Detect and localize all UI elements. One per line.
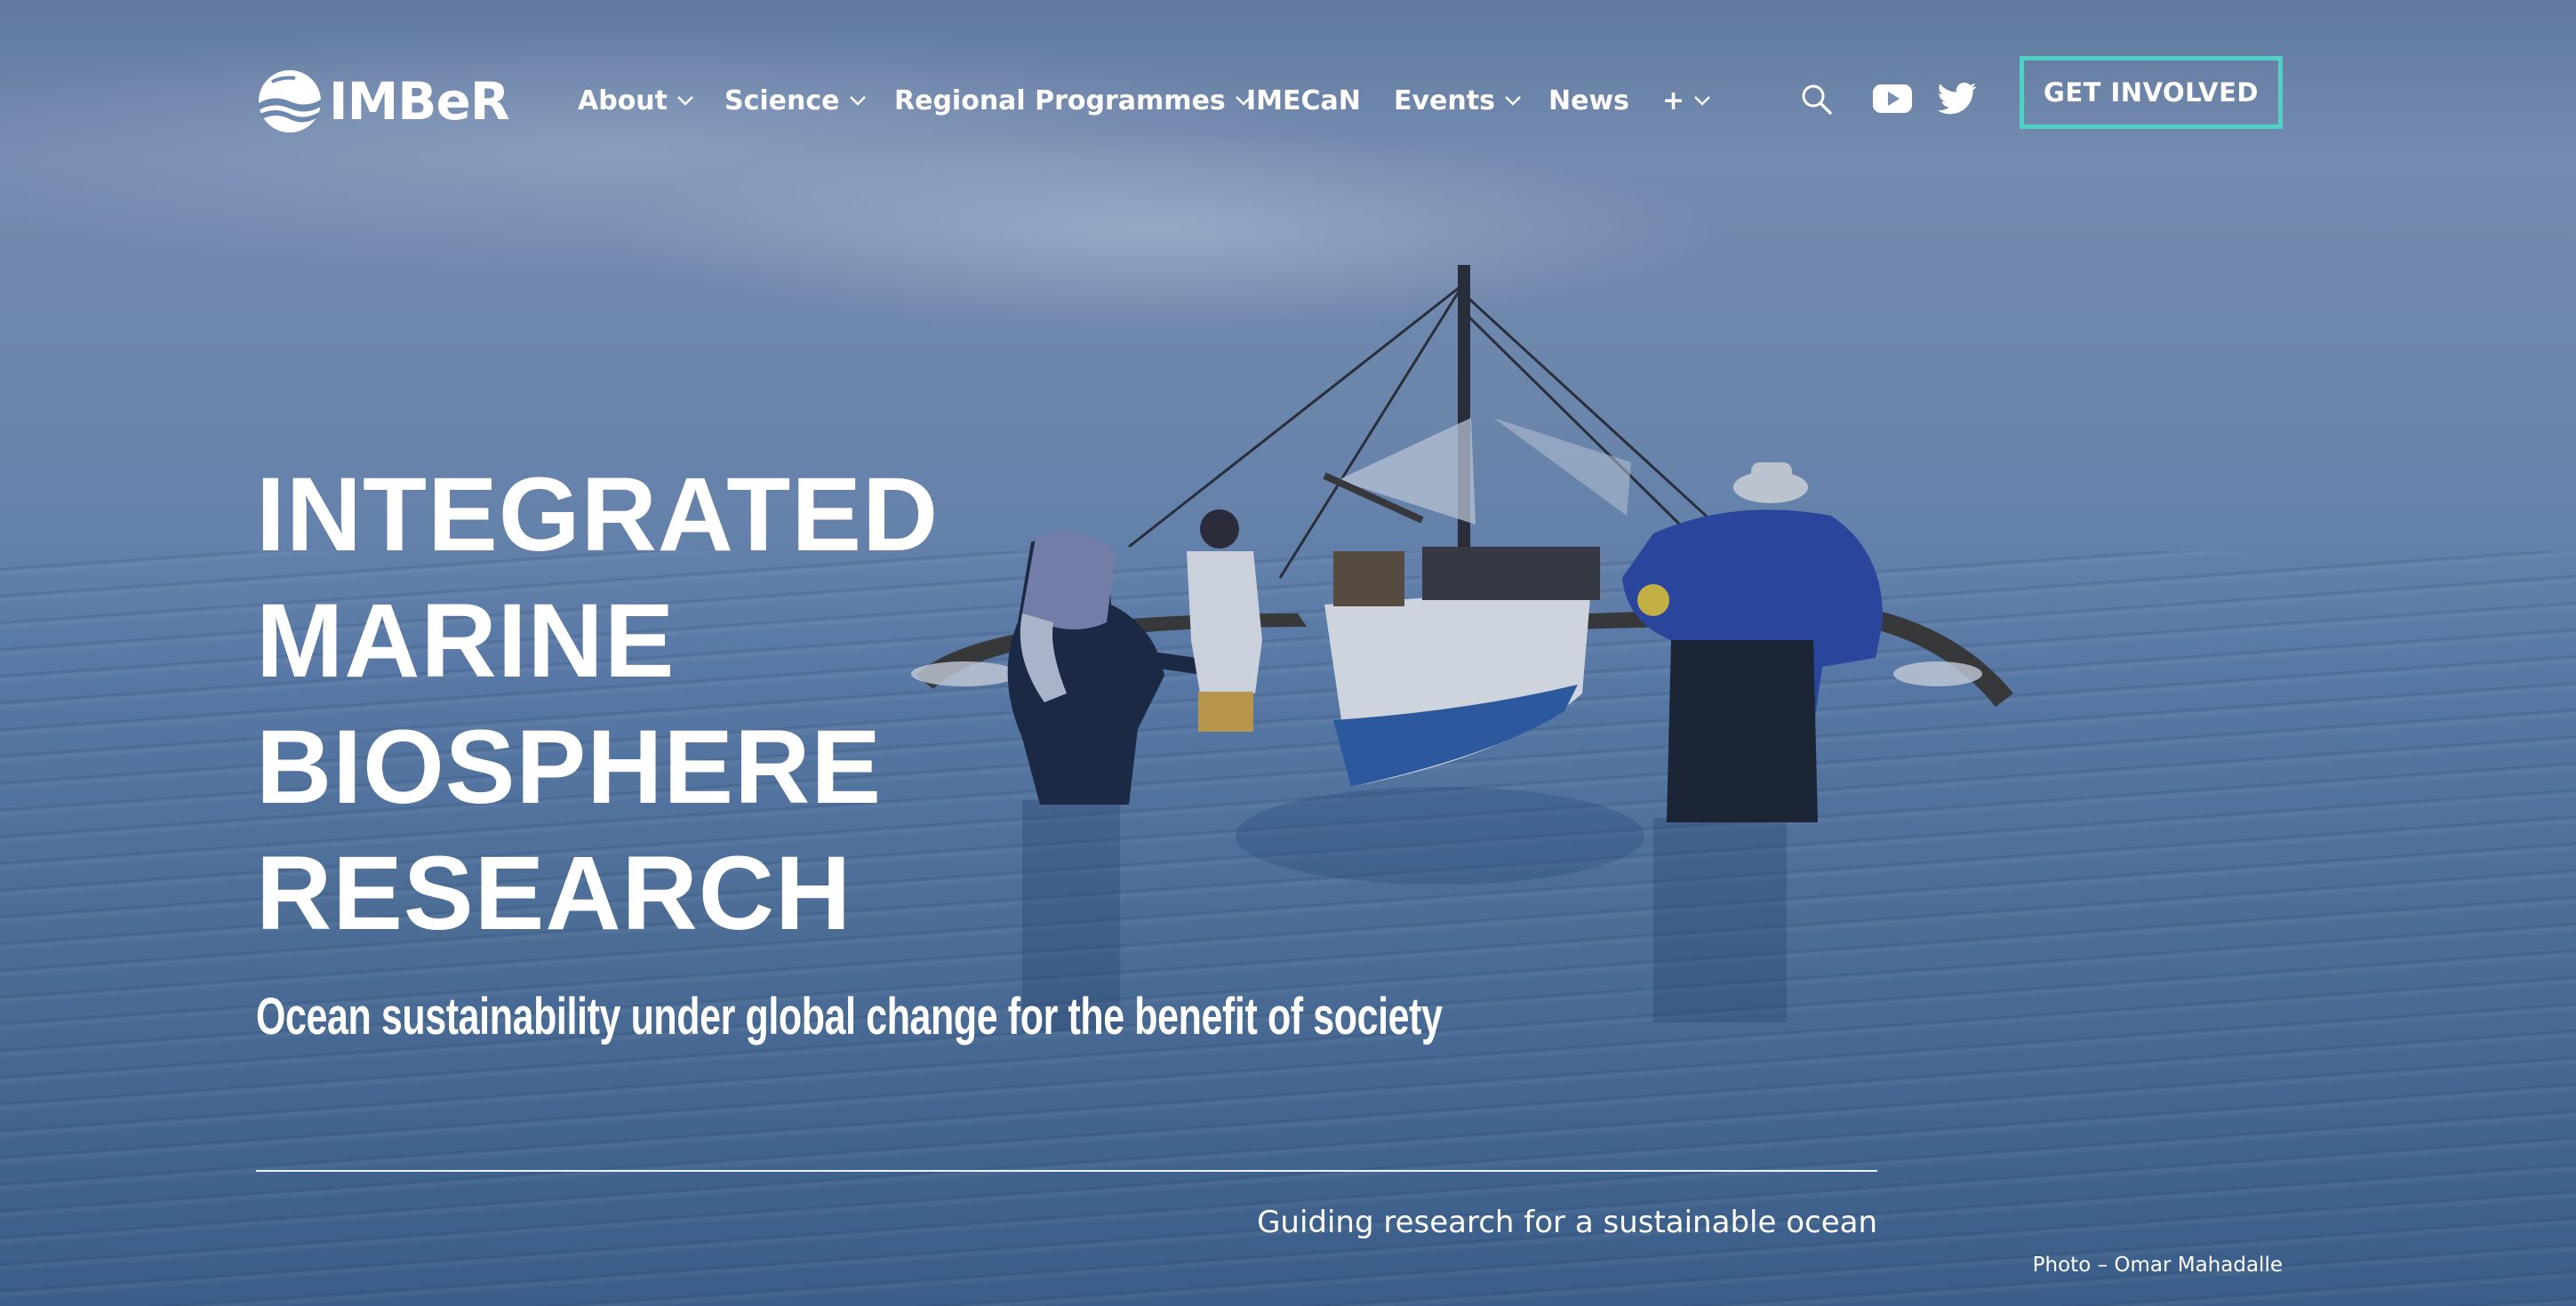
twitter-icon: [1938, 82, 1977, 115]
nav-item-label: IMECaN: [1246, 84, 1361, 116]
hero-title-line: RESEARCH: [256, 835, 852, 952]
hero-subtext: Guiding research for a sustainable ocean: [1257, 1205, 1877, 1240]
brand-name: IMBeR: [329, 71, 510, 132]
get-involved-button[interactable]: GET INVOLVED: [2020, 56, 2283, 129]
youtube-link[interactable]: [1872, 82, 1913, 116]
twitter-link[interactable]: [1938, 82, 1977, 116]
hero-title-line: BIOSPHERE: [256, 709, 883, 826]
imber-logo[interactable]: IMBeR: [256, 66, 510, 137]
nav-item-label: News: [1548, 84, 1630, 116]
nav-item-events[interactable]: Events: [1394, 78, 1522, 123]
nav-item-label: About: [578, 84, 668, 116]
nav-item-regional-programmes[interactable]: Regional Programmes: [894, 78, 1252, 123]
nav-item-about[interactable]: About: [578, 78, 694, 123]
hero-divider: [256, 1170, 1877, 1172]
chevron-down-icon: [1694, 96, 1710, 106]
chevron-down-icon: [849, 96, 866, 106]
globe-wave-icon: [259, 70, 321, 132]
photo-credit: Photo – Omar Mahadalle: [2032, 1254, 2283, 1277]
hero-tagline: Ocean sustainability under global change…: [256, 988, 1443, 1046]
chevron-down-icon: [677, 96, 693, 106]
nav-item-news[interactable]: News: [1548, 78, 1629, 123]
nav-item-label: +: [1662, 84, 1685, 116]
site-header: IMBeR About Science Regional Programmes …: [0, 0, 2576, 178]
nav-item-label: Regional Programmes: [894, 84, 1226, 116]
youtube-icon: [1873, 84, 1912, 113]
nav-item-science[interactable]: Science: [724, 78, 867, 123]
hero-title: INTEGRATED MARINE BIOSPHERE RESEARCH: [256, 452, 1145, 957]
nav-item-imecan[interactable]: IMECaN: [1246, 78, 1361, 123]
search-icon: [1802, 84, 1832, 115]
nav-item-label: Events: [1394, 84, 1495, 116]
chevron-down-icon: [1505, 96, 1521, 106]
hero-title-line: INTEGRATED: [256, 456, 940, 573]
search-button[interactable]: [1799, 82, 1835, 117]
nav-item-label: Science: [724, 84, 840, 116]
nav-item-more[interactable]: +: [1662, 78, 1711, 123]
hero-title-line: MARINE: [256, 582, 676, 700]
